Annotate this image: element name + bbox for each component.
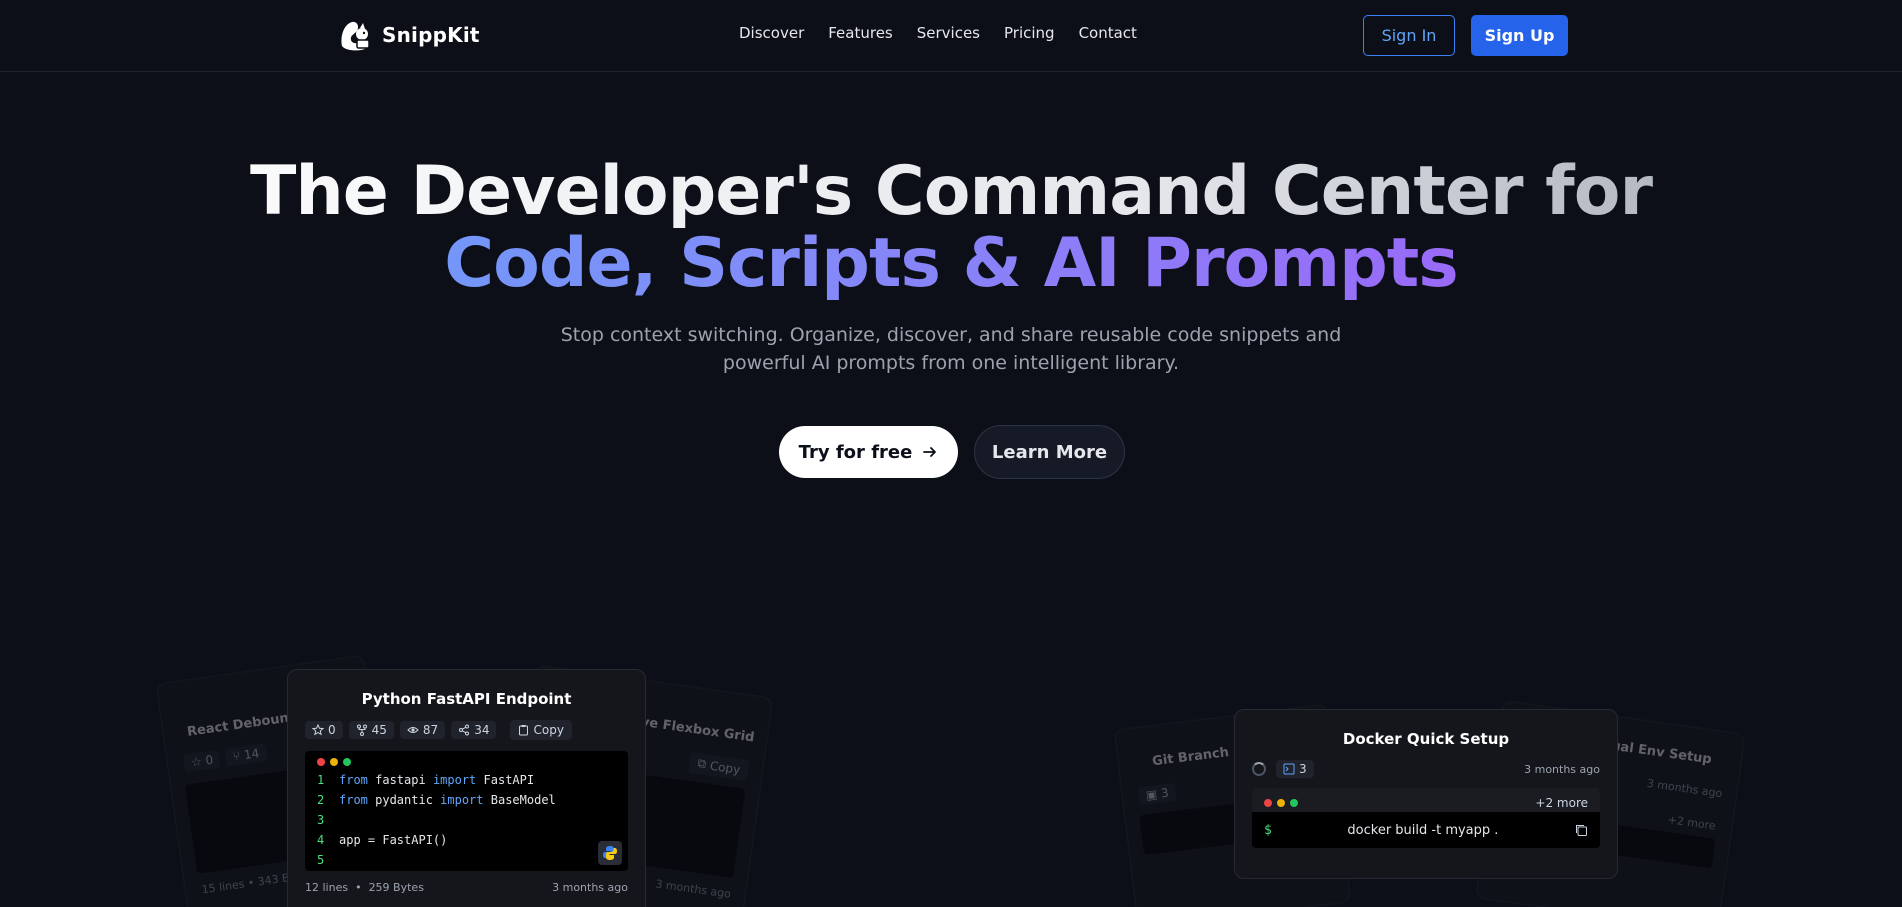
hero-headline-line2: Code, Scripts & AI Prompts	[0, 224, 1902, 303]
arrow-right-icon	[923, 447, 937, 457]
nav-features[interactable]: Features	[828, 24, 893, 42]
maximize-dot-icon	[343, 758, 351, 766]
terminal-window: +2 more $ docker build -t myapp .	[1252, 788, 1600, 848]
code-line: 2 from pydantic import BaseModel	[317, 793, 556, 807]
hero-subtitle: Stop context switching. Organize, discov…	[560, 324, 1342, 374]
nav-contact[interactable]: Contact	[1079, 24, 1137, 42]
loading-icon	[1252, 762, 1266, 776]
nav-pricing[interactable]: Pricing	[1004, 24, 1055, 42]
snippet-card-docker[interactable]: Docker Quick Setup 3 3 months ago +2 mor…	[1234, 709, 1618, 879]
window-dots	[1264, 799, 1298, 807]
learn-more-button[interactable]: Learn More	[974, 425, 1125, 479]
item-count: ▣ 3	[1137, 782, 1177, 806]
terminal-box-icon	[1283, 763, 1295, 775]
code-lines: 1 from fastapi import FastAPI 2 from pydan…	[305, 766, 628, 870]
star-count[interactable]: 0	[305, 721, 343, 739]
share-count[interactable]: 34	[451, 721, 497, 739]
maximize-dot-icon	[1290, 799, 1298, 807]
copy-button[interactable]: ⧉ Copy	[688, 751, 750, 781]
code-line: 5	[317, 853, 325, 867]
prompt-symbol: $	[1264, 822, 1272, 838]
code-window: 1 from fastapi import FastAPI 2 from pydan…	[305, 751, 628, 871]
star-count: ☆ 0	[182, 749, 222, 773]
close-dot-icon	[1264, 799, 1272, 807]
card-title: Docker Quick Setup	[1342, 730, 1510, 748]
item-count: 3	[1276, 760, 1314, 778]
eye-icon	[407, 727, 419, 733]
more-commands-label[interactable]: +2 more	[1535, 796, 1588, 810]
minimize-dot-icon	[1277, 799, 1285, 807]
python-language-icon	[598, 841, 622, 865]
try-for-free-button[interactable]: Try for free	[779, 426, 958, 478]
try-for-free-label: Try for free	[798, 441, 913, 463]
top-navbar: SnippKit Discover Features Services Pric…	[0, 0, 1902, 72]
card-footer: 12 lines • 259 Bytes 3 months ago	[305, 881, 628, 894]
code-line: 4 app = FastAPI()	[317, 833, 448, 847]
command-text: docker build -t myapp .	[1347, 822, 1499, 838]
fork-count: ⑂ 14	[224, 743, 268, 767]
brand-name: SnippKit	[382, 23, 480, 47]
minimize-dot-icon	[330, 758, 338, 766]
card-meta: 12 lines • 259 Bytes	[305, 881, 424, 894]
hero-headline-line1: The Developer's Command Center for	[0, 152, 1902, 231]
code-line: 3	[317, 813, 325, 827]
card-age: 3 months ago	[1524, 762, 1600, 776]
view-count: 87	[399, 721, 446, 739]
share-icon	[459, 724, 470, 736]
clipboard-icon	[519, 725, 529, 736]
close-dot-icon	[317, 758, 325, 766]
sign-in-button[interactable]: Sign In	[1363, 15, 1455, 56]
card-age: 3 months ago	[552, 881, 628, 894]
window-dots	[305, 751, 628, 766]
copy-icon[interactable]	[1574, 823, 1588, 837]
main-menu: Discover Features Services Pricing Conta…	[739, 24, 1137, 42]
code-line: 1 from fastapi import FastAPI	[317, 773, 535, 787]
fork-icon	[356, 724, 367, 736]
squirrel-logo-icon	[341, 21, 370, 51]
card-title: Python FastAPI Endpoint	[361, 690, 572, 708]
copy-button[interactable]: Copy	[510, 720, 572, 740]
star-icon	[312, 724, 324, 736]
nav-services[interactable]: Services	[917, 24, 980, 42]
nav-discover[interactable]: Discover	[739, 24, 804, 42]
snippet-card-python[interactable]: Python FastAPI Endpoint 0 45 87 34 Copy …	[287, 669, 646, 907]
fork-count[interactable]: 45	[348, 721, 394, 739]
sign-up-button[interactable]: Sign Up	[1471, 15, 1568, 56]
brand-logo[interactable]: SnippKit	[336, 16, 480, 54]
